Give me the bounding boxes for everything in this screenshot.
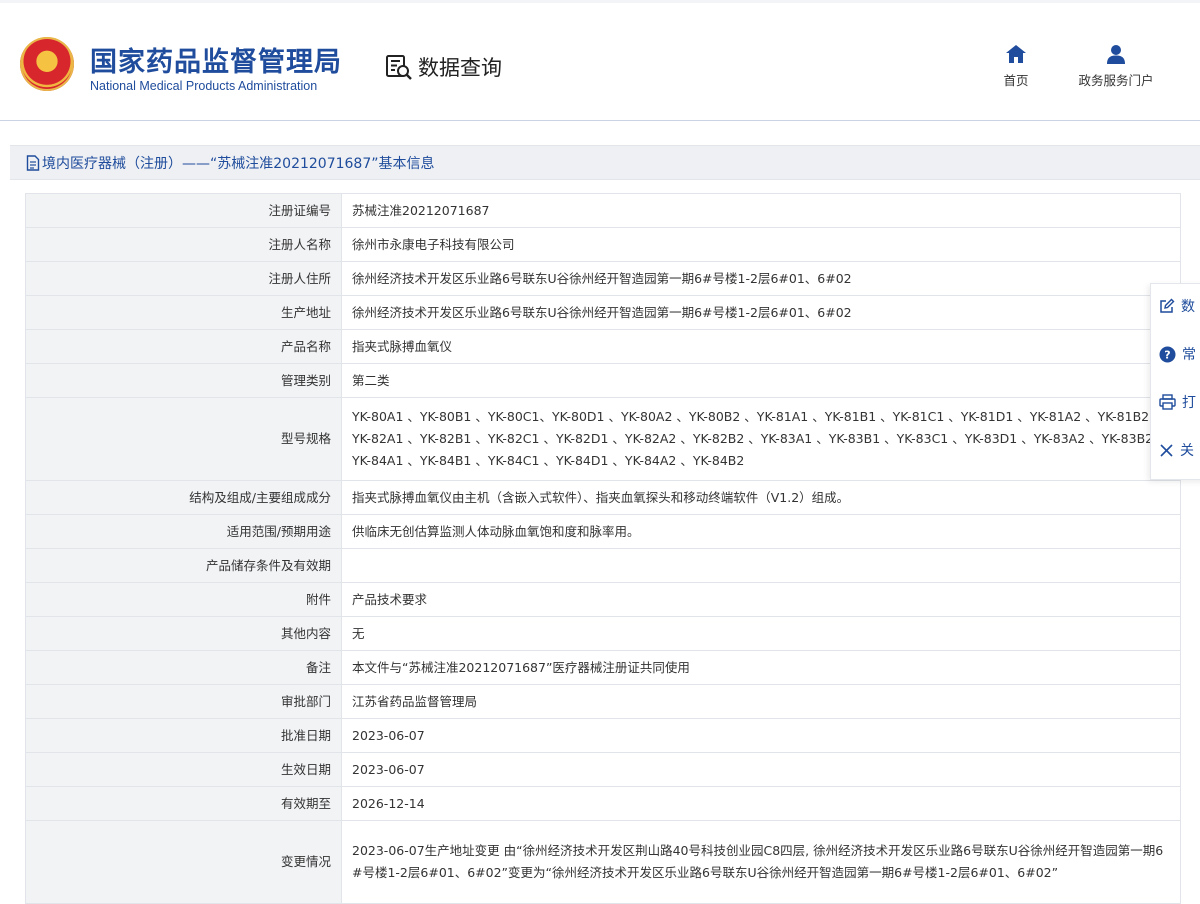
- field-value: 指夹式脉搏血氧仪: [341, 329, 1181, 364]
- field-value: 2023-06-07生产地址变更 由“徐州经济技术开发区荆山路40号科技创业园C…: [341, 820, 1181, 904]
- table-row: 管理类别 第二类: [25, 363, 1181, 398]
- nav-gov-service-portal[interactable]: 政务服务门户: [1066, 44, 1166, 89]
- field-value: 徐州经济技术开发区乐业路6号联东U谷徐州经开智造园第一期6#号楼1-2层6#01…: [341, 295, 1181, 330]
- table-row: 注册人名称 徐州市永康电子科技有限公司: [25, 227, 1181, 262]
- float-item-print[interactable]: 打: [1159, 392, 1196, 412]
- table-row: 有效期至 2026-12-14: [25, 786, 1181, 821]
- field-value: 徐州市永康电子科技有限公司: [341, 227, 1181, 262]
- table-row: 适用范围/预期用途 供临床无创估算监测人体动脉血氧饱和度和脉率用。: [25, 514, 1181, 549]
- floating-toolbar: 数 ? 常 打 关: [1150, 283, 1200, 480]
- print-icon: [1159, 394, 1176, 410]
- field-value: 无: [341, 616, 1181, 651]
- data-query-icon: [386, 55, 412, 80]
- float-item-data[interactable]: 数: [1159, 296, 1195, 316]
- home-icon: [1006, 45, 1026, 63]
- org-name-en[interactable]: National Medical Products Administration: [90, 79, 317, 93]
- table-row: 注册证编号 苏械注准20212071687: [25, 193, 1181, 228]
- table-row: 产品储存条件及有效期: [25, 548, 1181, 583]
- section-title-bar: 境内医疗器械（注册）——“苏械注准20212071687”基本信息: [10, 145, 1200, 180]
- field-value: 2023-06-07: [341, 718, 1181, 753]
- table-row: 备注 本文件与“苏械注准20212071687”医疗器械注册证共同使用: [25, 650, 1181, 685]
- field-value: 供临床无创估算监测人体动脉血氧饱和度和脉率用。: [341, 514, 1181, 549]
- national-emblem-icon[interactable]: [20, 37, 74, 91]
- field-label: 批准日期: [25, 718, 342, 753]
- field-value: 第二类: [341, 363, 1181, 398]
- page-title-text: 数据查询: [418, 56, 502, 80]
- nav-home-label: 首页: [1003, 73, 1029, 88]
- float-item-faq[interactable]: ? 常: [1159, 344, 1196, 364]
- question-icon: ?: [1159, 346, 1176, 362]
- field-label: 注册人名称: [25, 227, 342, 262]
- document-icon: [26, 154, 40, 171]
- field-label: 产品储存条件及有效期: [25, 548, 342, 583]
- field-label: 注册证编号: [25, 193, 342, 228]
- nav-portal-label: 政务服务门户: [1078, 73, 1154, 88]
- field-label: 结构及组成/主要组成成分: [25, 480, 342, 515]
- field-value: 江苏省药品监督管理局: [341, 684, 1181, 719]
- close-icon: [1160, 443, 1173, 457]
- field-value: 2023-06-07: [341, 752, 1181, 787]
- field-value: 徐州经济技术开发区乐业路6号联东U谷徐州经开智造园第一期6#号楼1-2层6#01…: [341, 261, 1181, 296]
- header-top-line: [0, 0, 1200, 3]
- table-row: 批准日期 2023-06-07: [25, 718, 1181, 753]
- field-label: 型号规格: [25, 397, 342, 481]
- field-label: 生产地址: [25, 295, 342, 330]
- table-row: 审批部门 江苏省药品监督管理局: [25, 684, 1181, 719]
- table-row: 附件 产品技术要求: [25, 582, 1181, 617]
- field-label: 变更情况: [25, 820, 342, 904]
- section-title: 境内医疗器械（注册）——“苏械注准20212071687”基本信息: [42, 155, 435, 172]
- field-label: 生效日期: [25, 752, 342, 787]
- float-item-data-label: 数: [1181, 299, 1195, 315]
- table-row: 产品名称 指夹式脉搏血氧仪: [25, 329, 1181, 364]
- field-label: 备注: [25, 650, 342, 685]
- field-label: 产品名称: [25, 329, 342, 364]
- table-row: 结构及组成/主要组成成分 指夹式脉搏血氧仪由主机（含嵌入式软件）、指夹血氧探头和移…: [25, 480, 1181, 515]
- nav-home[interactable]: 首页: [996, 44, 1036, 89]
- float-item-close-label: 关: [1180, 443, 1194, 459]
- field-value: 指夹式脉搏血氧仪由主机（含嵌入式软件）、指夹血氧探头和移动终端软件（V1.2）组…: [341, 480, 1181, 515]
- field-label: 有效期至: [25, 786, 342, 821]
- table-row: 注册人住所 徐州经济技术开发区乐业路6号联东U谷徐州经开智造园第一期6#号楼1-2…: [25, 261, 1181, 296]
- registration-detail-table: 注册证编号 苏械注准20212071687 注册人名称 徐州市永康电子科技有限公司 …: [25, 193, 1181, 904]
- field-label: 适用范围/预期用途: [25, 514, 342, 549]
- field-label: 管理类别: [25, 363, 342, 398]
- field-value: 本文件与“苏械注准20212071687”医疗器械注册证共同使用: [341, 650, 1181, 685]
- svg-text:?: ?: [1164, 348, 1170, 361]
- table-row: 变更情况 2023-06-07生产地址变更 由“徐州经济技术开发区荆山路40号科技…: [25, 820, 1181, 904]
- table-row: 生产地址 徐州经济技术开发区乐业路6号联东U谷徐州经开智造园第一期6#号楼1-2层…: [25, 295, 1181, 330]
- edit-icon: [1160, 298, 1175, 313]
- field-value: 产品技术要求: [341, 582, 1181, 617]
- table-row: 其他内容无: [25, 616, 1181, 651]
- field-value: 苏械注准20212071687: [341, 193, 1181, 228]
- float-item-close[interactable]: 关: [1159, 440, 1194, 460]
- field-label: 其他内容: [25, 616, 342, 651]
- table-row: 生效日期 2023-06-07: [25, 752, 1181, 787]
- org-name-cn[interactable]: 国家药品监督管理局: [90, 40, 342, 79]
- field-label: 审批部门: [25, 684, 342, 719]
- user-icon: [1107, 45, 1125, 64]
- field-label: 附件: [25, 582, 342, 617]
- site-header: 国家药品监督管理局 National Medical Products Admi…: [0, 0, 1200, 121]
- float-item-print-label: 打: [1182, 395, 1196, 411]
- field-value: [341, 548, 1181, 583]
- table-row: 型号规格 YK-80A1 、YK-80B1 、YK-80C1、YK-80D1 、Y…: [25, 397, 1181, 481]
- field-label: 注册人住所: [25, 261, 342, 296]
- float-item-faq-label: 常: [1182, 347, 1196, 363]
- field-value: YK-80A1 、YK-80B1 、YK-80C1、YK-80D1 、YK-80…: [341, 397, 1181, 481]
- page-title: 数据查询: [384, 52, 502, 82]
- field-value: 2026-12-14: [341, 786, 1181, 821]
